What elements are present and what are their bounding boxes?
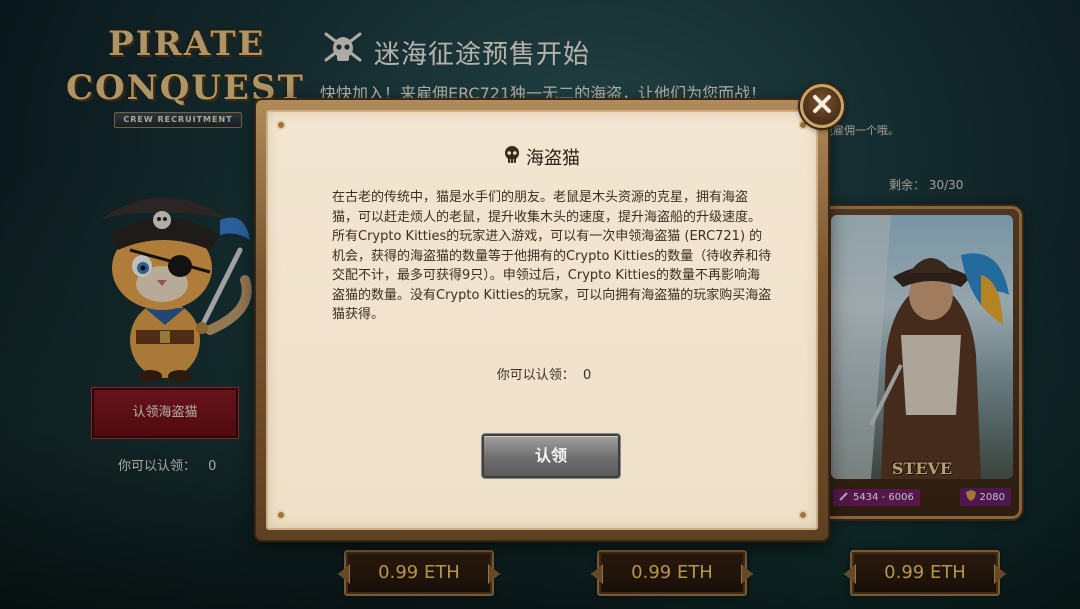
claim-button[interactable]: 认领	[482, 434, 620, 478]
close-modal-button[interactable]	[800, 84, 844, 128]
frame-rivet	[276, 120, 286, 130]
close-icon	[811, 93, 833, 119]
modal-content: 海盗猫 在古老的传统中，猫是水手们的朋友。老鼠是木头资源的克星，拥有海盗猫，可以…	[266, 110, 818, 530]
frame-rivet	[276, 510, 286, 520]
modal-description: 在古老的传统中，猫是水手们的朋友。老鼠是木头资源的克星，拥有海盗猫，可以赶走烦人…	[332, 190, 772, 322]
modal-claimable-label: 你可以认领：	[496, 368, 575, 383]
modal-claimable-count: 你可以认领： 0	[268, 364, 816, 383]
frame-rivet	[798, 510, 808, 520]
modal-title: 海盗猫	[526, 148, 580, 169]
modal-header: 海盗猫	[268, 144, 816, 170]
modal-claimable-value: 0	[582, 368, 592, 383]
pirate-cat-modal: 海盗猫 在古老的传统中，猫是水手们的朋友。老鼠是木头资源的克星，拥有海盗猫，可以…	[256, 100, 828, 540]
skull-icon	[504, 146, 520, 168]
